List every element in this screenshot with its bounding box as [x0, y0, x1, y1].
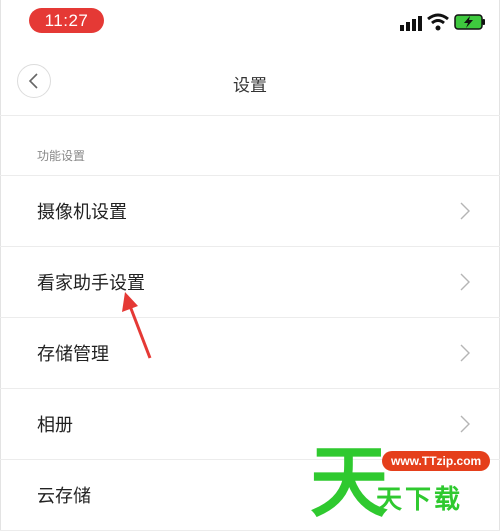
- chevron-right-icon: [460, 344, 470, 362]
- list-item-label: 摄像机设置: [37, 202, 127, 223]
- page-title: 设置: [233, 76, 267, 96]
- section-label: 功能设置: [37, 149, 86, 163]
- status-time: 11:27: [29, 8, 104, 33]
- status-bar: 11:27: [0, 0, 500, 40]
- wifi-icon: [427, 13, 449, 31]
- watermark: 天 www.TTzip.com 天下载: [308, 438, 500, 531]
- list-item-camera-settings[interactable]: 摄像机设置: [0, 176, 500, 247]
- watermark-text: 天下载: [376, 485, 464, 515]
- chevron-right-icon: [460, 202, 470, 220]
- signal-icon: [400, 16, 422, 31]
- battery-charging-icon: [454, 14, 485, 30]
- watermark-url: www.TTzip.com: [382, 451, 491, 471]
- chevron-right-icon: [460, 273, 470, 291]
- nav-bar: 设置: [0, 50, 500, 116]
- list-item-label: 存储管理: [37, 344, 109, 365]
- list-item-home-assistant-settings[interactable]: 看家助手设置: [0, 247, 500, 318]
- chevron-right-icon: [460, 415, 470, 433]
- list-item-label: 相册: [37, 415, 73, 436]
- list-item-label: 云存储: [37, 486, 91, 507]
- list-item-storage-management[interactable]: 存储管理: [0, 318, 500, 389]
- annotation-arrow: [122, 292, 152, 359]
